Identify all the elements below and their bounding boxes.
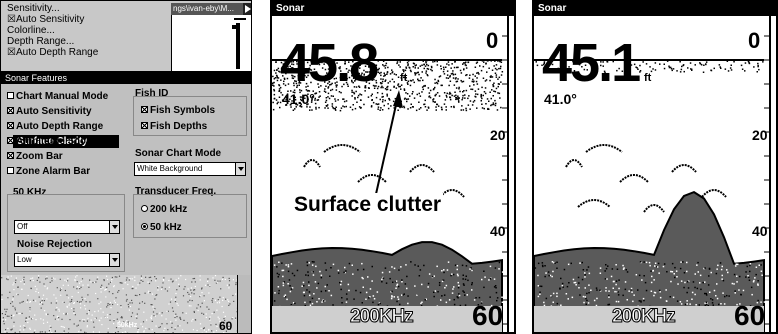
scale-20: 20 — [490, 127, 506, 143]
menu-item-sensitivity[interactable]: Sensitivity... — [7, 3, 60, 14]
option-row[interactable]: Auto Depth Range — [7, 121, 103, 133]
sonar-screen-surface-clutter: Sonar 45.8 ft 41.0° 0 20 40 60 200KHz Su… — [270, 0, 516, 334]
checked-box-icon[interactable] — [7, 107, 14, 114]
depth-scale-bar — [237, 275, 251, 333]
fish-arch — [323, 144, 361, 153]
chevron-down-icon[interactable] — [235, 163, 245, 175]
fish-id-option[interactable]: Fish Symbols — [141, 105, 215, 117]
transducer-option[interactable]: 200 kHz — [141, 204, 187, 216]
depth-scale-label: 60 — [219, 319, 233, 333]
option-label: Auto Sensitivity — [16, 106, 92, 117]
scale-60: 60 — [734, 300, 766, 331]
noise-rejection-label: Noise Rejection — [17, 239, 93, 250]
scale-40: 40 — [490, 223, 506, 239]
checked-box-icon[interactable] — [141, 122, 148, 129]
menu-item-colorline[interactable]: Colorline... — [7, 25, 55, 36]
sonar-screen-clear: Sonar 45.1 ft 41.0° 0 20 40 60 200KHz — [532, 0, 778, 334]
fish-arch — [565, 159, 583, 168]
fish-arch — [619, 174, 649, 183]
checked-box-icon[interactable] — [7, 152, 14, 159]
checked-box-icon[interactable] — [7, 137, 14, 144]
option-row[interactable]: Zoom Bar — [7, 151, 63, 163]
noise-rejection-value: Low — [17, 255, 32, 264]
frequency-label: 50kHz — [117, 322, 138, 329]
fish-arch — [303, 159, 321, 168]
option-label: Fish Depths — [150, 121, 208, 132]
depth-unit: ft — [644, 72, 652, 84]
menu-item-auto-depth-range[interactable]: ☒Auto Depth Range — [7, 47, 98, 58]
option-row[interactable]: Zone Alarm Bar — [7, 166, 90, 178]
chart-mode-dropdown[interactable]: White Background — [134, 162, 246, 176]
chevron-down-icon[interactable] — [109, 254, 119, 266]
sonar-title: Sonar — [272, 2, 514, 16]
fish-arch — [671, 164, 697, 173]
checked-box-icon[interactable] — [7, 122, 14, 129]
mini-sonar-view — [171, 15, 251, 71]
checkbox-icon[interactable] — [7, 167, 14, 174]
chart-mode-label: Sonar Chart Mode — [135, 148, 222, 159]
scale-20: 20 — [752, 127, 768, 143]
chart-mode-value: White Background — [137, 164, 203, 173]
digital-depth: 45.1 — [542, 33, 641, 93]
noise-rejection-dropdown[interactable]: Low — [14, 253, 120, 267]
option-label: Chart Manual Mode — [16, 91, 109, 102]
fish-arch — [701, 189, 727, 198]
fish-arch — [577, 199, 611, 208]
mini-sonar-graphic — [232, 18, 246, 69]
option-label: 50 kHz — [150, 222, 182, 233]
option-row[interactable]: Auto Sensitivity — [7, 106, 92, 118]
option-label: Fish Symbols — [150, 105, 216, 116]
fish-arch — [357, 174, 387, 183]
checked-box-icon[interactable] — [141, 106, 148, 113]
digital-depth: 45.8 — [280, 33, 379, 93]
file-path-bar: ngs\ivan-eby\M... — [171, 3, 245, 15]
option-row[interactable]: Amplitude Scope — [7, 136, 98, 148]
scale-40: 40 — [752, 223, 768, 239]
surface-clarity-dropdown[interactable]: Off — [14, 220, 120, 234]
menu-item-auto-sensitivity[interactable]: ☒Auto Sensitivity — [7, 14, 84, 25]
scale-0: 0 — [748, 28, 761, 53]
fish-id-option[interactable]: Fish Depths — [141, 121, 207, 133]
option-row[interactable]: Chart Manual Mode — [7, 91, 108, 103]
arrow-head-icon — [393, 90, 403, 108]
option-label: 200 kHz — [150, 204, 188, 215]
fish-arch — [409, 164, 435, 173]
scale-60: 60 — [472, 300, 504, 331]
dialog-title: Sonar Features — [1, 72, 251, 84]
sonar-title: Sonar — [534, 2, 776, 16]
menu-item-depth-range[interactable]: Depth Range... — [7, 36, 74, 47]
frequency-label: 200KHz — [612, 306, 677, 328]
option-label: Amplitude Scope — [16, 136, 98, 147]
frequency-label: 200KHz — [350, 306, 415, 328]
scale-0: 0 — [486, 28, 499, 53]
surface-clarity-value: Off — [17, 222, 28, 231]
fish-arch — [643, 204, 665, 213]
annotation-arrow — [375, 95, 399, 195]
option-label: Zoom Bar — [16, 151, 63, 162]
surface-clutter-annotation: Surface clutter — [292, 193, 444, 217]
transducer-option[interactable]: 50 kHz — [141, 222, 182, 234]
option-label: Zone Alarm Bar — [16, 166, 91, 177]
radio-icon[interactable] — [141, 223, 148, 230]
sonar-features-dialog: Sonar Features Fish ID Sonar Chart Mode … — [1, 71, 251, 275]
play-arrow-icon[interactable] — [243, 3, 251, 15]
sonar-features-screen: Sensitivity... ☒Auto Sensitivity Colorli… — [0, 0, 252, 334]
checkbox-icon[interactable] — [7, 92, 14, 99]
radio-icon[interactable] — [141, 205, 148, 212]
fish-arch — [439, 189, 465, 198]
chevron-down-icon[interactable] — [109, 221, 119, 233]
water-temperature: 41.0° — [544, 91, 577, 107]
option-label: Auto Depth Range — [16, 121, 104, 132]
fish-arch — [585, 144, 623, 153]
water-temperature: 41.0° — [282, 91, 315, 107]
depth-unit: ft — [400, 72, 408, 84]
